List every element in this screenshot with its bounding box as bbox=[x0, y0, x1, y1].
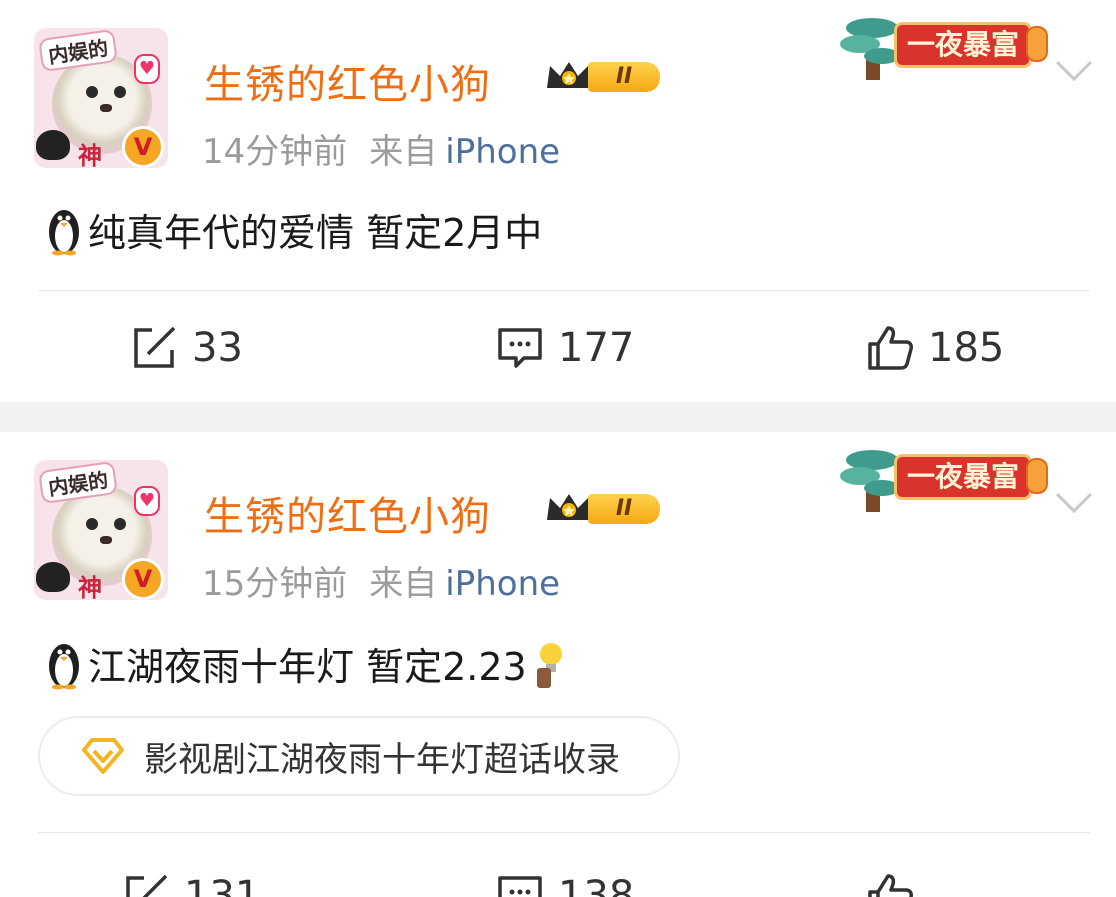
like-count: 185 bbox=[928, 325, 1005, 371]
post-body: 纯真年代的爱情 暂定2月中 bbox=[88, 211, 543, 255]
weibo-post: 内娱的 ♥ 神 V 生锈的红色小狗 II 14分钟前 来自 iPhone 一夜暴富 bbox=[0, 0, 1116, 402]
heart-icon: ♥ bbox=[134, 54, 160, 84]
heart-icon: ♥ bbox=[134, 486, 160, 516]
action-bar: 131 138 bbox=[0, 858, 1116, 897]
comment-button[interactable]: 138 bbox=[496, 866, 634, 897]
post-time: 14分钟前 bbox=[202, 132, 348, 172]
repost-count: 131 bbox=[184, 873, 261, 897]
thumbs-up-icon bbox=[868, 326, 913, 370]
festive-banner[interactable]: 一夜暴富 bbox=[838, 4, 1050, 84]
repost-icon bbox=[126, 874, 168, 897]
divider bbox=[38, 290, 1090, 291]
chevron-down-icon[interactable] bbox=[1054, 58, 1094, 84]
banner-label: 一夜暴富 bbox=[894, 454, 1032, 500]
repost-button[interactable]: 131 bbox=[122, 866, 260, 897]
post-meta: 14分钟前 来自 iPhone bbox=[202, 124, 560, 173]
banner-label: 一夜暴富 bbox=[894, 22, 1032, 68]
comment-count: 177 bbox=[558, 325, 635, 371]
source-prefix: 来自 bbox=[369, 132, 438, 172]
like-button[interactable]: 185 bbox=[866, 318, 1004, 378]
penguin-icon bbox=[49, 644, 79, 690]
avatar-frame-label-2: 神 bbox=[78, 574, 102, 600]
verified-badge-icon: V bbox=[122, 126, 164, 168]
post-text: 纯真年代的爱情 暂定2月中 bbox=[46, 202, 542, 257]
verified-badge-icon: V bbox=[122, 558, 164, 600]
penguin-icon bbox=[49, 210, 79, 256]
comment-icon bbox=[498, 876, 542, 897]
avatar-frame-label-2: 神 bbox=[78, 142, 102, 168]
level-label: II bbox=[588, 494, 660, 524]
lantern-icon bbox=[1026, 26, 1048, 62]
username[interactable]: 生锈的红色小狗 bbox=[204, 52, 491, 110]
repost-icon bbox=[134, 326, 176, 368]
like-button[interactable] bbox=[866, 866, 928, 897]
crown-icon bbox=[547, 494, 591, 520]
comment-button[interactable]: 177 bbox=[496, 318, 634, 378]
cat-icon bbox=[36, 562, 70, 592]
topic-label: 影视剧江湖夜雨十年灯超话收录 bbox=[144, 739, 620, 780]
post-body: 江湖夜雨十年灯 暂定2.23 bbox=[88, 645, 527, 689]
post-meta: 15分钟前 来自 iPhone bbox=[202, 556, 560, 605]
divider bbox=[38, 832, 1090, 833]
source-device-link[interactable]: iPhone bbox=[445, 564, 560, 604]
crown-icon bbox=[547, 62, 591, 88]
source-prefix: 来自 bbox=[369, 564, 438, 604]
member-level-badge[interactable]: II bbox=[544, 488, 664, 530]
post-text: 江湖夜雨十年灯 暂定2.23 bbox=[46, 636, 571, 691]
chevron-down-icon[interactable] bbox=[1054, 490, 1094, 516]
username[interactable]: 生锈的红色小狗 bbox=[204, 484, 491, 542]
post-time: 15分钟前 bbox=[202, 564, 348, 604]
repost-count: 33 bbox=[192, 325, 243, 371]
lightbulb-icon bbox=[536, 643, 562, 688]
member-level-badge[interactable]: II bbox=[544, 56, 664, 98]
comment-count: 138 bbox=[558, 873, 635, 897]
thumbs-up-icon bbox=[868, 874, 913, 897]
repost-button[interactable]: 33 bbox=[130, 318, 243, 378]
weibo-post: 内娱的 ♥ 神 V 生锈的红色小狗 II 15分钟前 来自 iPhone 一夜暴富 bbox=[0, 432, 1116, 897]
diamond-icon bbox=[82, 738, 124, 774]
level-label: II bbox=[588, 62, 660, 92]
post-separator bbox=[0, 402, 1116, 432]
source-device-link[interactable]: iPhone bbox=[445, 132, 560, 172]
lantern-icon bbox=[1026, 458, 1048, 494]
festive-banner[interactable]: 一夜暴富 bbox=[838, 436, 1050, 516]
super-topic-link[interactable]: 影视剧江湖夜雨十年灯超话收录 bbox=[38, 716, 680, 796]
comment-icon bbox=[498, 328, 542, 368]
action-bar: 33 177 185 bbox=[0, 318, 1116, 378]
cat-icon bbox=[36, 130, 70, 160]
